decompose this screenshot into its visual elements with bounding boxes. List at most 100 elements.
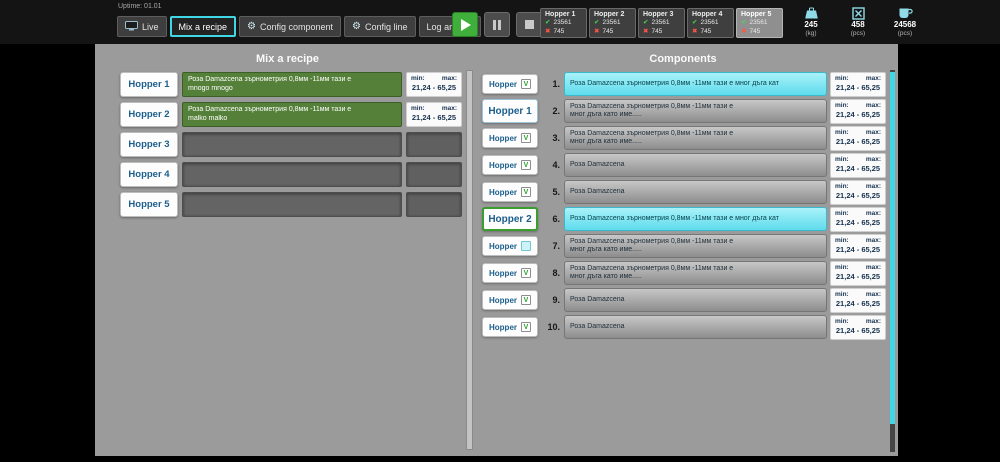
reject-count: 745: [553, 27, 565, 35]
hopper-status-2[interactable]: Hopper 2 ✔ 23561 ✖ 745: [589, 8, 636, 38]
hopper-selector[interactable]: Hopper V: [482, 74, 538, 94]
hopper-4-button[interactable]: Hopper 4: [120, 162, 178, 187]
reject-count: 745: [700, 27, 712, 35]
hopper-status-1[interactable]: Hopper 1 ✔ 23561 ✖ 745: [540, 8, 587, 38]
max-label: max:: [441, 75, 457, 82]
ok-count: 23561: [553, 19, 572, 26]
scrollbar-thumb[interactable]: [890, 72, 895, 424]
hopper-5-button[interactable]: Hopper 5: [120, 192, 178, 217]
max-label: max:: [865, 182, 881, 190]
cross-icon: ✖: [594, 27, 600, 35]
transport-controls: [452, 12, 542, 37]
component-item-selected[interactable]: Роза Damazcena зърнометрия 0,8мм -11мм т…: [564, 72, 827, 96]
hopper-selector[interactable]: Hopper V: [482, 317, 538, 337]
v-check-icon[interactable]: V: [521, 160, 531, 170]
recipe-field-4[interactable]: [182, 162, 402, 187]
recipe-field-2[interactable]: Роза Damazcena зърнометрия 0,8мм -11мм т…: [182, 102, 402, 127]
ok-count: 23561: [651, 19, 670, 26]
component-item-selected[interactable]: Роза Damazcena зърнометрия 0,8мм -11мм т…: [564, 207, 827, 231]
component-item[interactable]: Роза Damazcena зърнометрия 0,8мм -11мм т…: [564, 126, 827, 150]
empty-checkbox-icon[interactable]: [521, 241, 531, 251]
cross-icon: ✖: [692, 27, 698, 35]
max-label: max:: [865, 209, 881, 217]
hopper-2-assign-button[interactable]: Hopper 2: [482, 207, 538, 231]
stat-unit: (pcs): [897, 30, 913, 37]
component-text: Роза Damazcena: [570, 322, 625, 330]
stop-button[interactable]: [516, 12, 542, 37]
hopper-status-title: Hopper 4: [692, 11, 723, 18]
stat-produced: 24568 (pcs): [887, 6, 923, 38]
component-item[interactable]: Роза Damazcena: [564, 315, 827, 339]
max-label: max:: [441, 105, 457, 112]
hopper-status-3[interactable]: Hopper 3 ✔ 23561 ✖ 745: [638, 8, 685, 38]
component-row: Hopper V 8. Роза Damazcena зърнометрия 0…: [482, 260, 886, 286]
tab-config-component-label: Config component: [260, 21, 334, 32]
minmax-values: 21,24 - 65,25: [835, 298, 881, 308]
hopper-1-assign-button[interactable]: Hopper 1: [482, 99, 538, 123]
tab-mix-a-recipe[interactable]: Mix a recipe: [169, 16, 237, 37]
top-bar: Uptime: 01.01 Live Mix a recipe ⚙ Config…: [0, 0, 1000, 44]
component-item[interactable]: Роза Damazcena: [564, 180, 827, 204]
panel-splitter[interactable]: [466, 70, 473, 450]
minmax-box-empty: [406, 162, 462, 187]
play-button[interactable]: [452, 12, 478, 37]
minmax-box: min: max: 21,24 - 65,25: [830, 71, 886, 97]
component-number: 1.: [552, 79, 560, 89]
component-text: Роза Damazcena зърнометрия 0,8мм -11мм т…: [570, 237, 734, 245]
hopper-selector[interactable]: Hopper V: [482, 290, 538, 310]
tab-live[interactable]: Live: [117, 16, 167, 37]
component-item[interactable]: Роза Damazcena зърнометрия 0,8мм -11мм т…: [564, 99, 827, 123]
v-check-icon[interactable]: V: [521, 295, 531, 305]
hopper-selector-label: Hopper: [489, 295, 517, 305]
max-label: max:: [865, 236, 881, 244]
min-label: min:: [835, 290, 849, 298]
stat-unit: (pcs): [850, 30, 866, 37]
minmax-values: 21,24 - 65,25: [835, 244, 881, 254]
v-check-icon[interactable]: V: [521, 79, 531, 89]
recipe-field-5[interactable]: [182, 192, 402, 217]
pause-button[interactable]: [484, 12, 510, 37]
v-check-icon[interactable]: V: [521, 187, 531, 197]
hopper-selector-label: Hopper: [489, 187, 517, 197]
component-item[interactable]: Роза Damazcena зърнометрия 0,8мм -11мм т…: [564, 234, 827, 258]
hopper-selector-label: Hopper: [489, 133, 517, 143]
recipe-field-1[interactable]: Роза Damazcena зърнометрия 0,8мм -11мм т…: [182, 72, 402, 97]
component-item[interactable]: Роза Damazcena: [564, 153, 827, 177]
v-check-icon[interactable]: V: [521, 268, 531, 278]
minmax-values: 21,24 - 65,25: [835, 109, 881, 119]
recipe-row: Hopper 1 Роза Damazcena зърнометрия 0,8м…: [120, 72, 462, 97]
hopper-2-button[interactable]: Hopper 2: [120, 102, 178, 127]
minmax-box-empty: [406, 132, 462, 157]
min-label: min:: [835, 209, 849, 217]
check-icon: ✔: [741, 19, 747, 26]
hopper-selector-label: Hopper: [489, 268, 517, 278]
hopper-selector[interactable]: Hopper V: [482, 182, 538, 202]
v-check-icon[interactable]: V: [521, 133, 531, 143]
hopper-selector[interactable]: Hopper V: [482, 128, 538, 148]
component-row: Hopper 7. Роза Damazcena зърнометрия 0,8…: [482, 233, 886, 259]
hopper-status-4[interactable]: Hopper 4 ✔ 23561 ✖ 745: [687, 8, 734, 38]
hopper-1-button[interactable]: Hopper 1: [120, 72, 178, 97]
component-number: 2.: [552, 106, 560, 116]
hopper-selector[interactable]: Hopper: [482, 236, 538, 256]
hopper-selector[interactable]: Hopper V: [482, 263, 538, 283]
component-text: Роза Damazcena: [570, 295, 625, 303]
recipe-field-line1: Роза Damazcena зърнометрия 0,8мм -11мм т…: [188, 76, 352, 83]
component-row: Hopper V 5. Роза Damazcena min: max: 21,2…: [482, 179, 886, 205]
hopper-3-button[interactable]: Hopper 3: [120, 132, 178, 157]
hopper-selector[interactable]: Hopper V: [482, 155, 538, 175]
minmax-box-empty: [406, 192, 462, 217]
components-scrollbar[interactable]: [890, 70, 895, 452]
minmax-box: min: max: 21,24 - 65,25: [830, 125, 886, 151]
recipe-field-line2: malko malko: [188, 114, 228, 122]
tab-config-line[interactable]: ⚙ Config line: [344, 16, 416, 37]
tab-config-component[interactable]: ⚙ Config component: [239, 16, 342, 37]
component-item[interactable]: Роза Damazcena: [564, 288, 827, 312]
v-check-icon[interactable]: V: [521, 322, 531, 332]
reject-count: 745: [651, 27, 663, 35]
recipe-field-3[interactable]: [182, 132, 402, 157]
hopper-status-5[interactable]: Hopper 5 ✔ 23561 ✖ 745: [736, 8, 783, 38]
component-item[interactable]: Роза Damazcena зърнометрия 0,8мм -11мм т…: [564, 261, 827, 285]
minmax-box: min: max: 21,24 - 65,25: [830, 152, 886, 178]
component-number: 6.: [552, 214, 560, 224]
